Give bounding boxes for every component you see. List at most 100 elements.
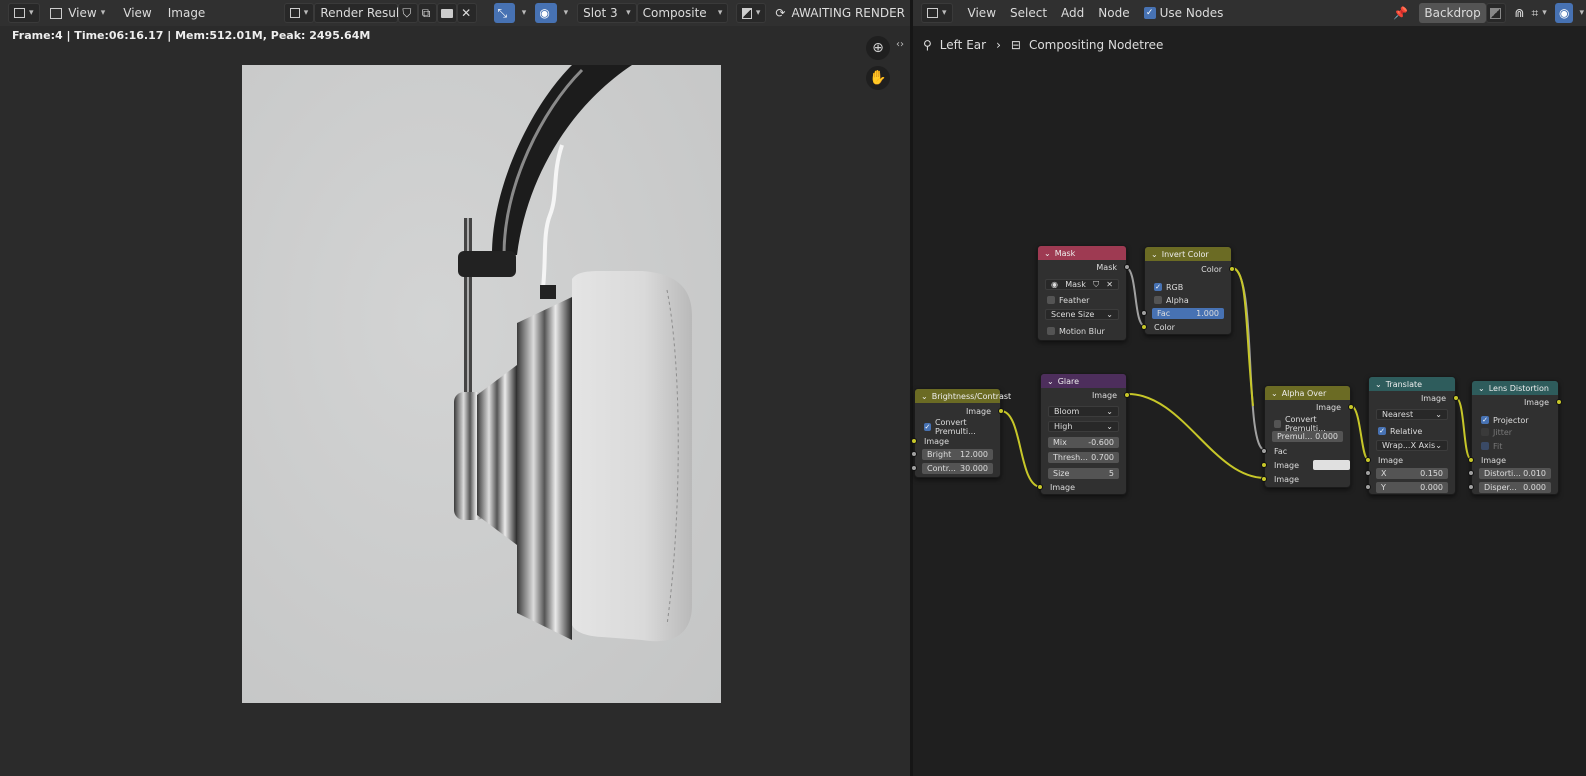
projector-checkbox[interactable]: ✓ Projector [1472, 414, 1558, 426]
alpha-over-node[interactable]: ⌄ Alpha Over Image Convert Premulti... Pr… [1261, 385, 1354, 488]
zoom-tool-button[interactable]: ⊕ [866, 36, 890, 60]
premul-field[interactable]: Premul... 0.000 [1272, 431, 1343, 442]
y-label: Y [1381, 483, 1386, 492]
node-header[interactable]: ⌄ Lens Distortion [1472, 381, 1558, 395]
node-header[interactable]: ⌄ Glare [1041, 374, 1126, 388]
sample-tool-dropdown[interactable]: ▾ [515, 3, 530, 23]
feather-checkbox[interactable]: Feather [1038, 294, 1126, 306]
pan-tool-button[interactable]: ✋ [866, 66, 890, 90]
interpolation-dropdown[interactable]: Nearest ⌄ [1376, 409, 1448, 420]
backdrop-toggle[interactable]: Backdrop [1419, 3, 1486, 23]
overlay-button-nodes[interactable]: ◉ [1554, 3, 1574, 23]
quality-dropdown[interactable]: High ⌄ [1048, 421, 1119, 432]
fac-input-socket[interactable] [1141, 310, 1147, 316]
lens-distortion-node[interactable]: ⌄ Lens Distortion Image ✓ Projector Jitter… [1468, 380, 1562, 495]
image-output-socket[interactable] [1453, 395, 1459, 401]
fit-checkbox[interactable]: Fit [1472, 440, 1558, 452]
use-nodes-checkbox[interactable]: ✓ Use Nodes [1139, 3, 1229, 23]
contrast-input-socket[interactable] [911, 465, 917, 471]
duplicate-image-button[interactable]: ⧉ [417, 3, 438, 23]
node-header[interactable]: ⌄ Alpha Over [1265, 386, 1350, 400]
glare-type-dropdown[interactable]: Bloom ⌄ [1048, 406, 1119, 417]
select-menu[interactable]: Select [1005, 3, 1052, 23]
bright-input-socket[interactable] [911, 451, 917, 457]
image-input-socket[interactable] [1037, 484, 1043, 490]
view-mode-dropdown[interactable]: View ▾ [45, 3, 110, 23]
distortion-field[interactable]: Distorti... 0.010 [1479, 468, 1551, 479]
open-image-button[interactable] [437, 3, 458, 23]
color-input-socket[interactable] [1141, 324, 1147, 330]
view-menu[interactable]: View [118, 3, 156, 23]
node-editor-canvas[interactable]: ⚲ Left Ear › ⊟ Compositing Nodetree ⌄ Mas… [911, 26, 1586, 776]
node-header[interactable]: ⌄ Mask [1038, 246, 1126, 260]
mask-node[interactable]: ⌄ Mask Mask ◉ Mask ⛉ ✕ Feather Scene Size ⌄ M… [1037, 245, 1130, 341]
sample-tool-button[interactable]: ⤡ [493, 3, 515, 23]
contrast-field[interactable]: Contr... 30.000 [922, 463, 993, 474]
brightness-contrast-node[interactable]: ⌄ Brightness/Contrast Image ✓ Convert Prem… [911, 388, 1011, 478]
jitter-checkbox[interactable]: Jitter [1472, 426, 1558, 438]
color-swatch[interactable] [1313, 460, 1350, 470]
image-input-socket[interactable] [1365, 457, 1371, 463]
threshold-field[interactable]: Thresh... 0.700 [1048, 452, 1119, 463]
x-field[interactable]: X 0.150 [1376, 468, 1448, 479]
node-editor-type-button[interactable]: ▾ [921, 3, 953, 23]
overlay-dropdown[interactable]: ▾ [557, 3, 572, 23]
overlay-button[interactable]: ◉ [535, 3, 557, 23]
fac-input-socket[interactable] [1261, 448, 1267, 454]
slot-dropdown[interactable]: Slot 3 ▾ [577, 3, 637, 23]
bright-field[interactable]: Bright 12.000 [922, 449, 993, 460]
convert-premul-checkbox[interactable]: ✓ Convert Premulti... [915, 418, 1000, 436]
mix-field[interactable]: Mix -0.600 [1048, 437, 1119, 448]
motion-blur-checkbox[interactable]: Motion Blur [1038, 325, 1126, 337]
node-header[interactable]: ⌄ Translate [1369, 377, 1455, 391]
fac-slider[interactable]: Fac 1.000 [1152, 308, 1224, 319]
image-output-socket[interactable] [998, 408, 1004, 414]
image-menu[interactable]: Image [163, 3, 211, 23]
node-menu[interactable]: Node [1093, 3, 1134, 23]
image-input-socket[interactable] [1468, 457, 1474, 463]
node-header[interactable]: ⌄ Invert Color [1145, 247, 1231, 261]
glare-node[interactable]: ⌄ Glare Image Bloom ⌄ High ⌄ Mix -0.600 Thre… [1037, 373, 1130, 495]
image-output-socket[interactable] [1124, 392, 1130, 398]
add-menu[interactable]: Add [1056, 3, 1089, 23]
node-view-menu[interactable]: View [963, 3, 1001, 23]
alpha-checkbox[interactable]: Alpha [1145, 294, 1231, 306]
image-editor-viewport[interactable]: Frame:4 | Time:06:16.17 | Mem:512.01M, P… [0, 26, 910, 776]
relative-checkbox[interactable]: ✓ Relative [1369, 425, 1455, 437]
image-output-socket[interactable] [1556, 399, 1562, 405]
snap-target-dropdown[interactable]: ⌗ ▾ [1529, 3, 1551, 23]
invert-color-node[interactable]: ⌄ Invert Color Color ✓ RGB Alpha Fac 1.000 … [1141, 246, 1235, 335]
size-field[interactable]: Size 5 [1048, 468, 1119, 479]
editor-type-button[interactable]: ▾ [8, 3, 40, 23]
snap-button[interactable]: ⋒ [1510, 3, 1528, 23]
color-output-socket[interactable] [1229, 266, 1235, 272]
mask-output-socket[interactable] [1124, 264, 1130, 270]
display-channels-dropdown[interactable]: ▾ [736, 3, 767, 23]
convert-premul-checkbox[interactable]: Convert Premulti... [1265, 415, 1350, 433]
layer-dropdown[interactable]: Composite ▾ [636, 3, 729, 23]
wrapping-dropdown[interactable]: Wrap... X Axis ⌄ [1376, 440, 1448, 451]
translate-node[interactable]: ⌄ Translate Image Nearest ⌄ ✓ Relative Wrap… [1365, 376, 1459, 495]
dispersion-field[interactable]: Disper... 0.000 [1479, 482, 1551, 493]
image-input-socket[interactable] [911, 438, 917, 444]
backdrop-channels-dropdown[interactable] [1485, 3, 1507, 23]
y-field[interactable]: Y 0.000 [1376, 482, 1448, 493]
mask-datablock-field[interactable]: ◉ Mask ⛉ ✕ [1045, 279, 1119, 290]
x-input-socket[interactable] [1365, 470, 1371, 476]
dispersion-input-socket[interactable] [1468, 484, 1474, 490]
distortion-input-socket[interactable] [1468, 470, 1474, 476]
unlink-image-button[interactable]: ✕ [457, 3, 477, 23]
image-output-socket[interactable] [1348, 404, 1354, 410]
image-input-socket-1[interactable] [1261, 462, 1267, 468]
region-toggle-arrows[interactable]: ‹› [896, 39, 904, 50]
overlay-dropdown-nodes[interactable]: ▾ [1573, 3, 1586, 23]
fake-user-button[interactable]: ⛉ [398, 3, 418, 23]
rgb-checkbox[interactable]: ✓ RGB [1145, 281, 1231, 293]
y-input-socket[interactable] [1365, 484, 1371, 490]
browse-image-button[interactable]: ▾ [284, 3, 315, 23]
node-header[interactable]: ⌄ Brightness/Contrast [915, 389, 1011, 403]
size-source-dropdown[interactable]: Scene Size ⌄ [1045, 309, 1119, 320]
pin-button[interactable]: 📌 [1388, 3, 1413, 23]
image-input-socket-2[interactable] [1261, 476, 1267, 482]
image-name-field[interactable]: Render Result [314, 3, 404, 23]
